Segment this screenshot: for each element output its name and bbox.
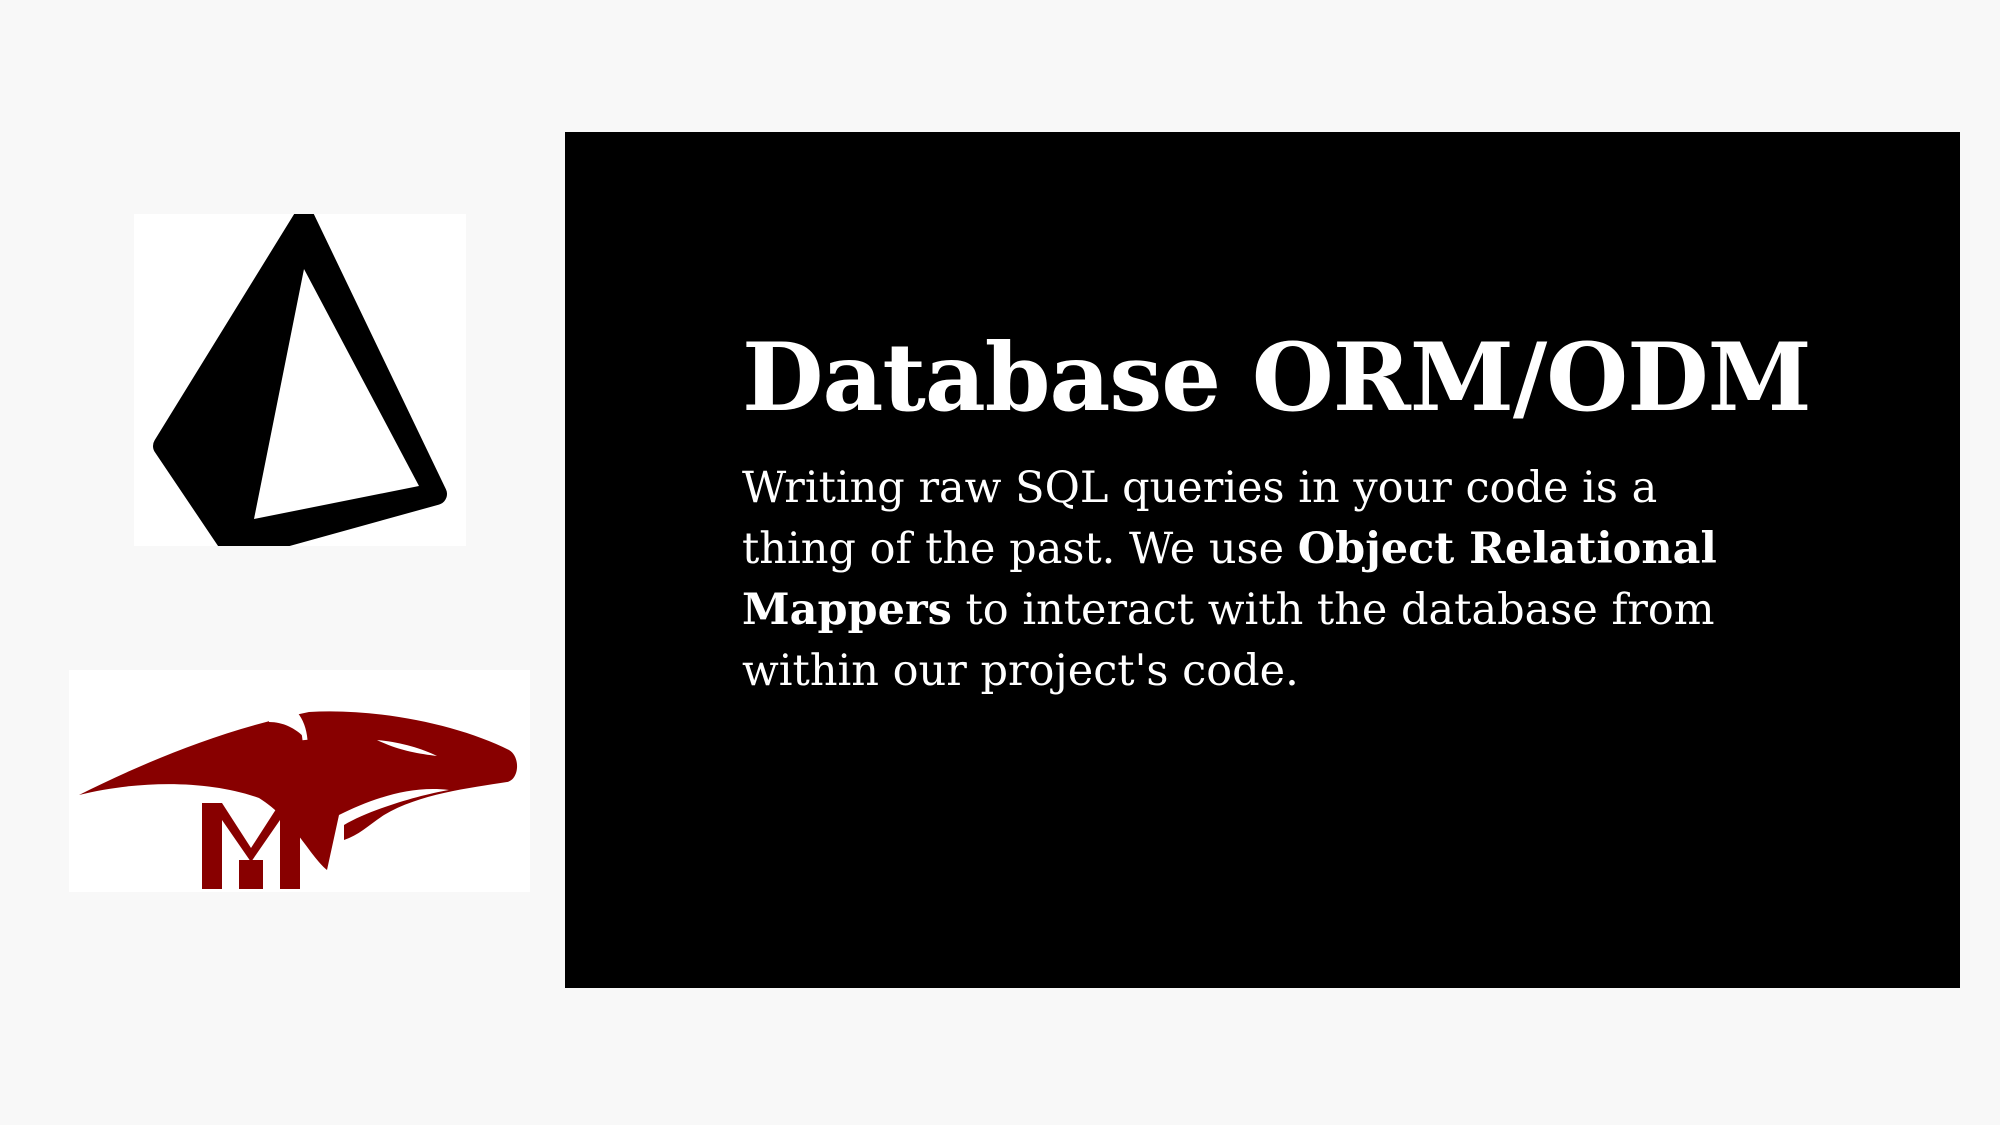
mongoose-logo-icon bbox=[79, 701, 518, 889]
slide-title: Database ORM/ODM bbox=[742, 323, 1812, 433]
slide-body: Writing raw SQL queries in your code is … bbox=[742, 458, 1772, 702]
prisma-logo-icon bbox=[153, 214, 447, 546]
content-inner: Database ORM/ODM Writing raw SQL queries… bbox=[742, 323, 1812, 702]
mongoose-logo bbox=[69, 670, 530, 892]
prisma-logo bbox=[134, 214, 466, 546]
slide: Database ORM/ODM Writing raw SQL queries… bbox=[0, 0, 2000, 1125]
content-panel: Database ORM/ODM Writing raw SQL queries… bbox=[565, 132, 1960, 988]
